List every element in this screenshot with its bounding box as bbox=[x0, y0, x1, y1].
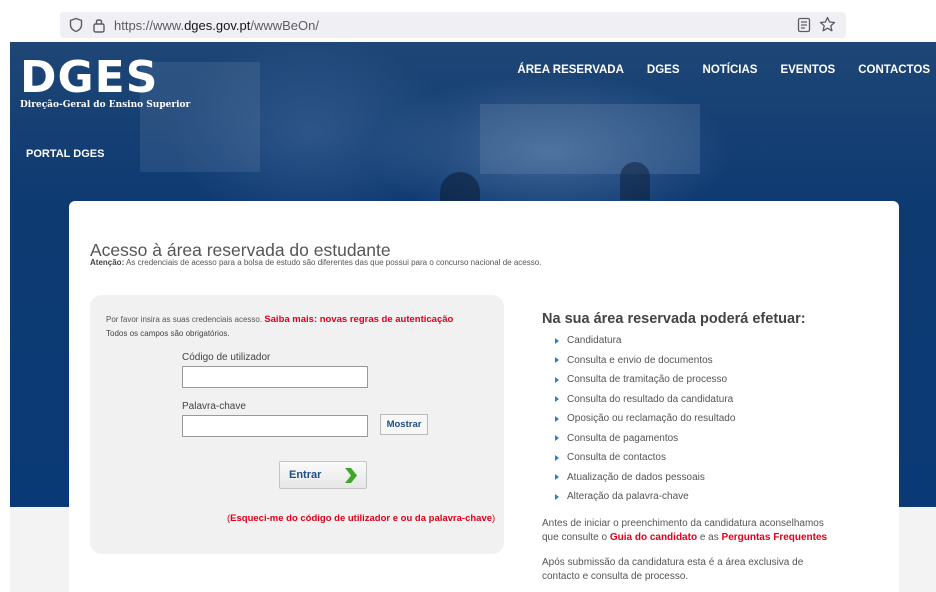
bullet-arrow-icon bbox=[555, 357, 559, 364]
lock-icon[interactable] bbox=[92, 17, 106, 33]
nav-item-eventos[interactable]: EVENTOS bbox=[780, 64, 835, 76]
logo-text: DGES bbox=[20, 52, 159, 103]
list-item: Consulta de contactos bbox=[555, 448, 735, 468]
bullet-arrow-icon bbox=[555, 474, 559, 481]
login-form: Por favor insira as suas credenciais ace… bbox=[90, 295, 504, 554]
nav-item-dges[interactable]: DGES bbox=[647, 64, 680, 76]
required-fields-note: Todos os campos são obrigatórios. bbox=[106, 329, 230, 338]
content-card: Acesso à área reservada do estudante Ate… bbox=[69, 201, 899, 592]
address-bar[interactable]: https://www.dges.gov.pt/wwwBeOn/ bbox=[60, 12, 846, 38]
bullet-arrow-icon bbox=[555, 396, 559, 403]
url-text[interactable]: https://www.dges.gov.pt/wwwBeOn/ bbox=[114, 18, 319, 33]
header-background-image bbox=[620, 162, 650, 200]
features-title: Na sua área reservada poderá efetuar: bbox=[542, 311, 806, 327]
advice-text: Antes de iniciar o preenchimento da cand… bbox=[542, 518, 828, 543]
nav-item-area-reservada[interactable]: ÁREA RESERVADA bbox=[517, 64, 624, 76]
bullet-arrow-icon bbox=[555, 493, 559, 500]
bullet-arrow-icon bbox=[555, 415, 559, 422]
bookmark-star-icon[interactable] bbox=[819, 16, 836, 33]
list-item: Consulta de tramitação de processo bbox=[555, 370, 735, 390]
enter-button[interactable]: Entrar bbox=[279, 461, 367, 489]
after-submission-text: Após submissão da candidatura esta é a á… bbox=[542, 557, 804, 582]
list-item: Consulta e envio de documentos bbox=[555, 351, 735, 371]
list-item: Consulta do resultado da candidatura bbox=[555, 390, 735, 410]
notice-text: Atenção: As credenciais de acesso para a… bbox=[90, 258, 542, 267]
main-nav: ÁREA RESERVADA DGES NOTÍCIAS EVENTOS CON… bbox=[494, 64, 930, 76]
features-list: Candidatura Consulta e envio de document… bbox=[555, 331, 735, 507]
reader-view-icon[interactable] bbox=[796, 17, 812, 33]
show-password-button[interactable]: Mostrar bbox=[380, 414, 428, 435]
browser-toolbar: https://www.dges.gov.pt/wwwBeOn/ bbox=[0, 0, 936, 44]
list-item: Alteração da palavra-chave bbox=[555, 487, 735, 507]
bullet-arrow-icon bbox=[555, 337, 559, 344]
bullet-arrow-icon bbox=[555, 376, 559, 383]
bullet-arrow-icon bbox=[555, 454, 559, 461]
username-input[interactable] bbox=[182, 366, 368, 388]
bullet-arrow-icon bbox=[555, 435, 559, 442]
login-intro: Por favor insira as suas credenciais ace… bbox=[106, 314, 454, 325]
header-background-image bbox=[440, 172, 480, 202]
faq-link[interactable]: Perguntas Frequentes bbox=[722, 532, 828, 543]
list-item: Consulta de pagamentos bbox=[555, 429, 735, 449]
dges-logo[interactable]: DGES Direção-Geral do Ensino Superior bbox=[20, 52, 191, 111]
list-item: Oposição ou reclamação do resultado bbox=[555, 409, 735, 429]
candidate-guide-link[interactable]: Guia do candidato bbox=[610, 532, 697, 543]
list-item: Candidatura bbox=[555, 331, 735, 351]
arrow-right-icon bbox=[345, 468, 357, 483]
username-label: Código de utilizador bbox=[182, 352, 271, 363]
enter-button-label: Entrar bbox=[289, 469, 322, 481]
nav-item-contactos[interactable]: CONTACTOS bbox=[858, 64, 930, 76]
logo-subtitle: Direção-Geral do Ensino Superior bbox=[20, 100, 191, 110]
header-background-image bbox=[480, 104, 700, 174]
learn-more-link[interactable]: Saiba mais: novas regras de autenticação bbox=[264, 314, 453, 325]
portal-dges-link[interactable]: PORTAL DGES bbox=[26, 148, 104, 160]
password-input[interactable] bbox=[182, 415, 368, 437]
forgot-credentials-link[interactable]: (Esqueci-me do código de utilizador e ou… bbox=[227, 513, 495, 524]
password-label: Palavra-chave bbox=[182, 401, 246, 412]
shield-icon[interactable] bbox=[68, 17, 84, 33]
list-item: Atualização de dados pessoais bbox=[555, 468, 735, 488]
nav-item-noticias[interactable]: NOTÍCIAS bbox=[703, 64, 758, 76]
